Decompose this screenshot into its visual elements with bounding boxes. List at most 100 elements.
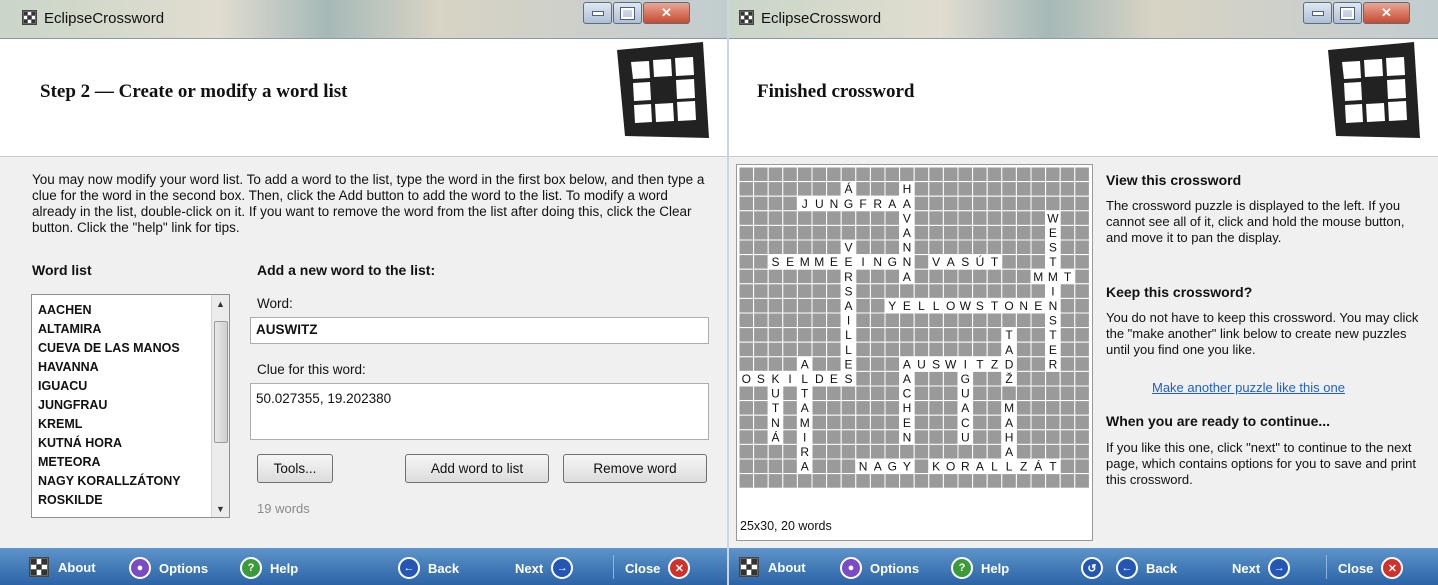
title-bar[interactable]: EclipseCrossword ✕ bbox=[729, 0, 1438, 39]
word-list-box[interactable]: ROSKILDE NAGY KORALLZÁTONY METEORA KUTNÁ HO… bbox=[31, 294, 230, 518]
crossword-block bbox=[884, 312, 901, 329]
crossword-block bbox=[942, 327, 959, 343]
crossword-block bbox=[972, 385, 988, 402]
word-list-item[interactable]: JUNGFRAU bbox=[38, 398, 107, 412]
minimize-button[interactable] bbox=[583, 2, 612, 24]
word-list-item[interactable]: ROSKILDE bbox=[38, 493, 103, 507]
crossword-block bbox=[1030, 283, 1047, 299]
minimize-icon bbox=[591, 10, 604, 16]
word-list-item[interactable]: AACHEN bbox=[38, 303, 91, 317]
crossword-letter: K bbox=[771, 372, 779, 386]
crossword-block bbox=[738, 327, 755, 343]
crossword-block bbox=[1030, 312, 1047, 329]
crossword-block bbox=[855, 429, 871, 445]
crossword-block bbox=[1045, 195, 1061, 212]
crossword-letter: R bbox=[1049, 357, 1058, 371]
make-another-link[interactable]: Make another puzzle like this one bbox=[1152, 380, 1345, 395]
scroll-up-icon[interactable]: ▲ bbox=[212, 295, 229, 312]
crossword-block bbox=[1074, 327, 1090, 343]
crossword-block bbox=[1045, 400, 1061, 416]
about-icon bbox=[739, 557, 759, 577]
word-list-item[interactable]: KREML bbox=[38, 417, 82, 431]
clue-label: Clue for this word: bbox=[257, 362, 366, 377]
minimize-button[interactable] bbox=[1303, 2, 1332, 24]
close-button[interactable]: Close ✕ bbox=[625, 557, 691, 579]
close-button[interactable]: Close ✕ bbox=[1338, 557, 1404, 579]
crossword-block bbox=[1074, 268, 1090, 285]
crossword-block bbox=[1074, 414, 1090, 431]
crossword-block bbox=[942, 341, 959, 358]
crossword-block bbox=[942, 414, 959, 431]
help-link[interactable]: ? Help bbox=[240, 557, 298, 579]
word-list-item[interactable]: IGUACU bbox=[38, 379, 87, 393]
word-list-item[interactable]: ALTAMIRA bbox=[38, 322, 101, 336]
options-link[interactable]: ● Options bbox=[129, 557, 208, 579]
crossword-block bbox=[986, 429, 1003, 445]
crossword-block bbox=[738, 181, 755, 197]
next-button[interactable]: Next → bbox=[515, 557, 574, 579]
crossword-block bbox=[1074, 458, 1090, 475]
about-link[interactable]: About bbox=[29, 557, 96, 577]
maximize-button[interactable] bbox=[1333, 2, 1362, 24]
crossword-block bbox=[913, 283, 930, 299]
crossword-block bbox=[1059, 297, 1076, 314]
options-link[interactable]: ● Options bbox=[840, 557, 919, 579]
crossword-block bbox=[928, 443, 944, 460]
crossword-block bbox=[1074, 312, 1090, 329]
crossword-block bbox=[826, 356, 842, 372]
crossword-block bbox=[855, 210, 871, 226]
back-button[interactable]: ← Back bbox=[398, 557, 459, 579]
crossword-block bbox=[928, 268, 944, 285]
crossword-block bbox=[957, 224, 974, 241]
crossword-block bbox=[826, 473, 842, 489]
crossword-letter: U bbox=[815, 197, 824, 211]
next-button[interactable]: Next → bbox=[1232, 557, 1291, 579]
maximize-button[interactable] bbox=[613, 2, 642, 24]
help-link[interactable]: ? Help bbox=[951, 557, 1009, 579]
crossword-block bbox=[767, 297, 784, 314]
crossword-block bbox=[1030, 210, 1047, 226]
word-input[interactable]: AUSWITZ bbox=[250, 317, 709, 344]
crossword-letter: V bbox=[903, 211, 911, 225]
crossword-block bbox=[1015, 414, 1032, 431]
crossword-view[interactable]: ÁHJUNGFRAAVWAEVNSSEMMEEINGNVASÚTTRAMMTSI… bbox=[736, 164, 1093, 541]
crossword-block bbox=[826, 327, 842, 343]
crossword-block bbox=[972, 414, 988, 431]
word-list-item[interactable]: METEORA bbox=[38, 455, 101, 469]
next-arrow-icon: → bbox=[551, 557, 574, 579]
undo-button[interactable]: ↺ bbox=[1081, 557, 1103, 579]
title-bar[interactable]: EclipseCrossword ✕ bbox=[0, 0, 727, 39]
crossword-block bbox=[796, 166, 813, 183]
crossword-grid[interactable]: Á HJ U N G F R A AV WA EV N SS E M M E E I N G N V A S Ú T TR A M M TS I… bbox=[737, 165, 1092, 510]
crossword-block bbox=[782, 195, 798, 212]
word-list-item[interactable]: KUTNÁ HORA bbox=[38, 436, 122, 450]
word-list-item[interactable]: NAGY KORALLZÁTONY bbox=[38, 474, 181, 488]
word-list-item[interactable]: CUEVA DE LAS MANOS bbox=[38, 341, 180, 355]
crossword-block bbox=[986, 414, 1003, 431]
add-word-button[interactable]: Add word to list bbox=[405, 454, 549, 483]
remove-word-button[interactable]: Remove word bbox=[563, 454, 707, 483]
word-list-scrollbar[interactable]: ▲ ▼ bbox=[211, 295, 229, 517]
crossword-letter: E bbox=[830, 372, 838, 386]
crossword-letter: S bbox=[757, 372, 765, 386]
close-window-button[interactable]: ✕ bbox=[643, 2, 690, 24]
about-link[interactable]: About bbox=[739, 557, 806, 577]
crossword-block bbox=[782, 297, 798, 314]
word-list-item[interactable]: HAVANNA bbox=[38, 360, 99, 374]
crossword-block bbox=[1030, 341, 1047, 358]
crossword-block bbox=[869, 181, 886, 197]
tools-button[interactable]: Tools... bbox=[257, 454, 333, 483]
crossword-block bbox=[753, 312, 769, 329]
crossword-letter: I bbox=[1051, 284, 1054, 298]
crossword-block bbox=[1059, 327, 1076, 343]
crossword-letter: G bbox=[888, 460, 897, 474]
scroll-down-icon[interactable]: ▼ bbox=[212, 500, 229, 517]
scrollbar-thumb[interactable] bbox=[214, 321, 228, 443]
crossword-block bbox=[811, 224, 828, 241]
crossword-block bbox=[972, 195, 988, 212]
maximize-icon bbox=[1340, 6, 1355, 20]
crossword-block bbox=[738, 312, 755, 329]
close-window-button[interactable]: ✕ bbox=[1363, 2, 1410, 24]
back-button[interactable]: ← Back bbox=[1116, 557, 1177, 579]
clue-input[interactable]: 50.027355, 19.202380 bbox=[250, 383, 709, 440]
